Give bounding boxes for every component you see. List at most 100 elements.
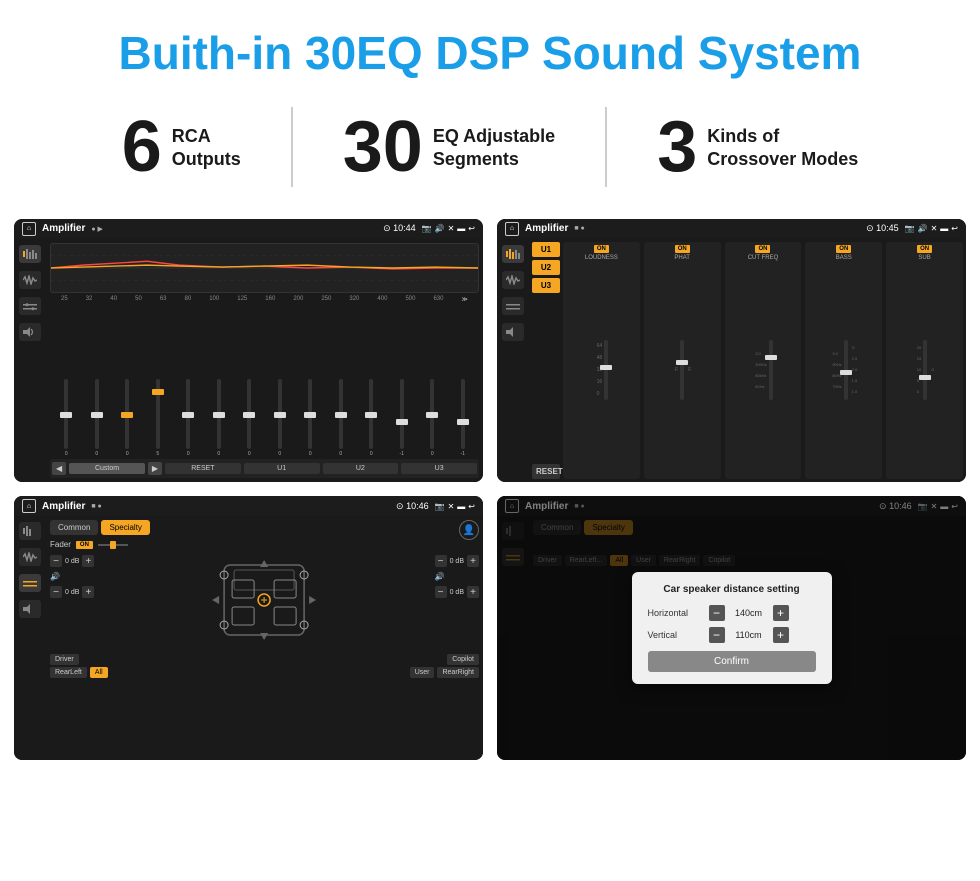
eq-track-10[interactable] — [339, 379, 343, 449]
eq-track-6[interactable] — [217, 379, 221, 449]
rearright-btn[interactable]: RearRight — [437, 667, 479, 678]
u2-btn[interactable]: U2 — [323, 463, 399, 474]
eq-thumb-7[interactable] — [243, 412, 255, 418]
minus-btn-1[interactable]: − — [50, 555, 62, 567]
screen1-content: 25 32 40 50 63 80 100 125 160 200 250 32… — [14, 239, 483, 482]
minus-btn-4[interactable]: − — [435, 586, 447, 598]
phat-thumb[interactable] — [676, 360, 688, 365]
balance-active-btn[interactable] — [19, 574, 41, 592]
speaker-sidebar-btn[interactable] — [19, 323, 41, 341]
eq-sidebar-btn-2[interactable] — [502, 245, 524, 263]
eq-thumb-4[interactable] — [152, 389, 164, 395]
u3-btn[interactable]: U3 — [401, 463, 477, 474]
eq-val-11: 0 — [370, 451, 373, 457]
eq-sidebar-btn-3[interactable] — [19, 522, 41, 540]
eq-track-1[interactable] — [64, 379, 68, 449]
u3-channel-btn[interactable]: U3 — [532, 278, 560, 293]
phat-on[interactable]: ON — [675, 245, 690, 253]
u2-channel-btn[interactable]: U2 — [532, 260, 560, 275]
eq-track-4[interactable] — [156, 379, 160, 449]
eq-thumb-8[interactable] — [274, 412, 286, 418]
horizontal-plus-btn[interactable]: + — [773, 605, 789, 621]
eq-sidebar-btn-active[interactable] — [19, 245, 41, 263]
user-btn[interactable]: User — [410, 667, 435, 678]
eq-track-13[interactable] — [430, 379, 434, 449]
balance-sidebar-btn[interactable] — [19, 297, 41, 315]
home-icon-2[interactable]: ⌂ — [505, 222, 519, 236]
eq-track-5[interactable] — [186, 379, 190, 449]
reset-btn[interactable]: RESET — [165, 463, 241, 474]
vertical-minus-btn[interactable]: − — [709, 627, 725, 643]
minus-btn-2[interactable]: − — [50, 586, 62, 598]
next-preset-btn[interactable]: ▶ — [148, 462, 162, 475]
vertical-plus-btn[interactable]: + — [773, 627, 789, 643]
eq-thumb-1[interactable] — [60, 412, 72, 418]
driver-btn[interactable]: Driver — [50, 654, 79, 665]
minus-btn-3[interactable]: − — [435, 555, 447, 567]
bass-thumb[interactable] — [840, 370, 852, 375]
eq-thumb-13[interactable] — [426, 412, 438, 418]
plus-btn-1[interactable]: + — [82, 555, 94, 567]
all-btn[interactable]: All — [90, 667, 108, 678]
plus-btn-4[interactable]: + — [467, 586, 479, 598]
eq-thumb-11[interactable] — [365, 412, 377, 418]
sub-thumb[interactable] — [919, 375, 931, 380]
cutfreq-thumb[interactable] — [765, 355, 777, 360]
eq-track-11[interactable] — [369, 379, 373, 449]
fader-label: Fader — [50, 540, 71, 549]
bass-slider[interactable] — [844, 340, 848, 400]
reset-channel-btn[interactable]: RESET — [532, 464, 560, 479]
u1-channel-btn[interactable]: U1 — [532, 242, 560, 257]
eq-slider-10: 0 — [327, 379, 356, 457]
home-icon[interactable]: ⌂ — [22, 222, 36, 236]
balance-sidebar-btn-2[interactable] — [502, 297, 524, 315]
plus-btn-3[interactable]: + — [467, 555, 479, 567]
plus-btn-2[interactable]: + — [82, 586, 94, 598]
common-tab[interactable]: Common — [50, 520, 98, 535]
waveform-sidebar-btn[interactable] — [19, 271, 41, 289]
speaker-sidebar-btn-3[interactable] — [19, 600, 41, 618]
wave-sidebar-btn-3[interactable] — [19, 548, 41, 566]
profile-icon[interactable]: 👤 — [459, 520, 479, 540]
eq-track-12[interactable] — [400, 379, 404, 449]
cutfreq-on[interactable]: ON — [755, 245, 770, 253]
eq-thumb-12[interactable] — [396, 419, 408, 425]
eq-track-3[interactable] — [125, 379, 129, 449]
eq-slider-2: 0 — [83, 379, 112, 457]
speaker-sidebar-btn-2[interactable] — [502, 323, 524, 341]
eq-track-2[interactable] — [95, 379, 99, 449]
close-icon-2: ✕ — [931, 224, 938, 233]
loudness-thumb[interactable] — [600, 365, 612, 370]
specialty-tab[interactable]: Specialty — [101, 520, 149, 535]
cutfreq-slider[interactable] — [769, 340, 773, 400]
eq-thumb-5[interactable] — [182, 412, 194, 418]
stat-number-crossover: 3 — [657, 111, 697, 183]
bass-on[interactable]: ON — [836, 245, 851, 253]
fader-on-badge[interactable]: ON — [76, 541, 93, 549]
loudness-slider[interactable] — [604, 340, 608, 400]
fader-slider-mini[interactable] — [98, 541, 128, 549]
copilot-btn[interactable]: Copilot — [447, 654, 479, 665]
eq-thumb-9[interactable] — [304, 412, 316, 418]
loudness-on[interactable]: ON — [594, 245, 609, 253]
eq-thumb-3[interactable] — [121, 412, 133, 418]
prev-preset-btn[interactable]: ◀ — [52, 462, 66, 475]
home-icon-3[interactable]: ⌂ — [22, 499, 36, 513]
eq-thumb-6[interactable] — [213, 412, 225, 418]
eq-thumb-2[interactable] — [91, 412, 103, 418]
eq-thumb-10[interactable] — [335, 412, 347, 418]
wave-sidebar-btn-2[interactable] — [502, 271, 524, 289]
eq-track-8[interactable] — [278, 379, 282, 449]
custom-preset-btn[interactable]: Custom — [69, 463, 145, 474]
eq-track-7[interactable] — [247, 379, 251, 449]
horizontal-minus-btn[interactable]: − — [709, 605, 725, 621]
sub-on[interactable]: ON — [917, 245, 932, 253]
rearleft-btn[interactable]: RearLeft — [50, 667, 87, 678]
eq-thumb-14[interactable] — [457, 419, 469, 425]
eq-track-14[interactable] — [461, 379, 465, 449]
eq-track-9[interactable] — [308, 379, 312, 449]
sub-slider[interactable] — [923, 340, 927, 400]
confirm-button[interactable]: Confirm — [648, 651, 816, 672]
phat-slider[interactable] — [680, 340, 684, 400]
u1-btn[interactable]: U1 — [244, 463, 320, 474]
